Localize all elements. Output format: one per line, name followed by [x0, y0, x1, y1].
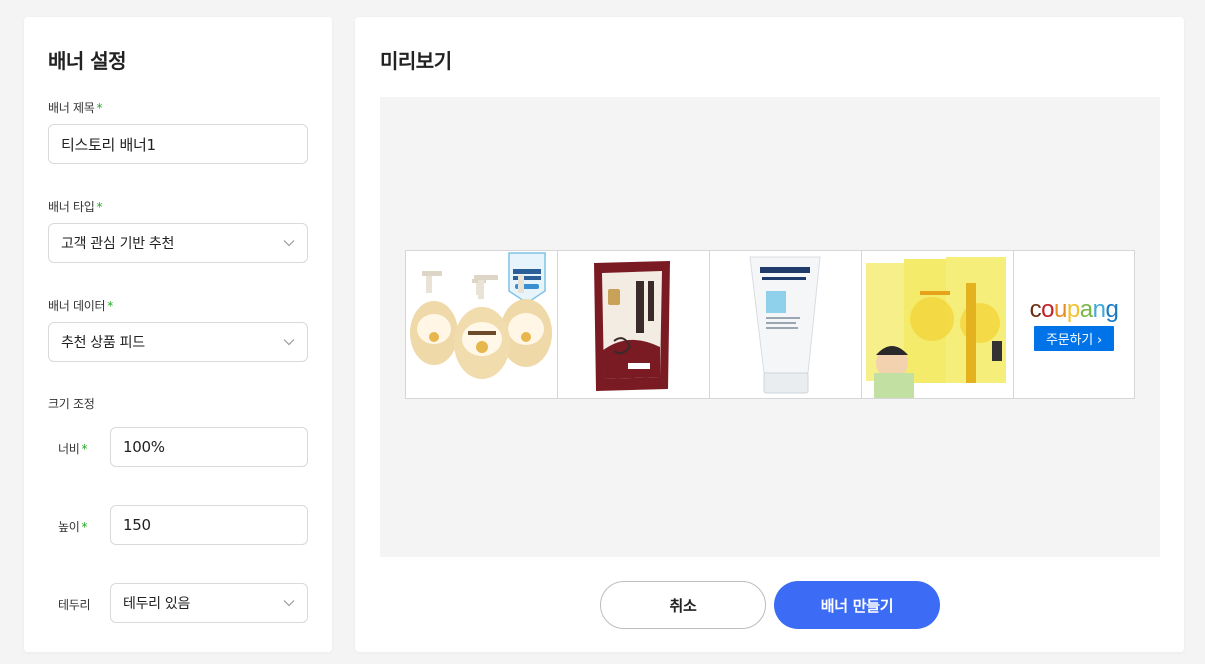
width-input[interactable]: 100% — [110, 427, 308, 467]
logo-letter: p — [1066, 296, 1080, 323]
chevron-down-icon — [283, 339, 295, 346]
product-item[interactable] — [406, 251, 558, 398]
coupang-logo: coupang — [1030, 298, 1119, 322]
banner-title-input[interactable]: 티스토리 배너1 — [48, 124, 308, 164]
border-select[interactable]: 테두리 있음 — [110, 583, 308, 623]
width-label: 너비 * — [58, 442, 88, 456]
required-mark: * — [107, 299, 113, 313]
banner-type-label: 배너 타입 * — [48, 200, 103, 214]
size-adjust-label: 크기 조정 — [48, 397, 95, 411]
preview-panel: 미리보기 coupang 주문하기 › 취소 배너 만들기 — [355, 17, 1184, 652]
required-mark: * — [96, 101, 103, 115]
hand-soap-product-image — [410, 252, 552, 379]
product-item[interactable] — [710, 251, 862, 398]
logo-letter: a — [1079, 296, 1093, 323]
rice-bag-product-image — [594, 261, 670, 391]
banner-data-label: 배너 데이터 * — [48, 299, 113, 313]
banner-title-label: 배너 제목 * — [48, 101, 103, 115]
height-label: 높이 * — [58, 520, 88, 534]
required-mark: * — [81, 442, 88, 456]
logo-letter: g — [1105, 296, 1119, 323]
logo-letter: n — [1092, 296, 1106, 323]
required-mark: * — [96, 200, 103, 214]
chevron-down-icon — [283, 600, 295, 607]
banner-type-select[interactable]: 고객 관심 기반 추천 — [48, 223, 308, 263]
order-button[interactable]: 주문하기 › — [1034, 326, 1114, 351]
face-cream-tube-product-image — [749, 256, 821, 394]
logo-letter: c — [1029, 296, 1042, 323]
banner-settings-panel: 배너 설정 배너 제목 * 티스토리 배너1 배너 타입 * 고객 관심 기반 추천… — [24, 17, 332, 652]
preview-title: 미리보기 — [380, 49, 452, 73]
supplement-box-product-image — [866, 257, 1006, 398]
banner-data-select[interactable]: 추천 상품 피드 — [48, 322, 308, 362]
preview-canvas: coupang 주문하기 › — [380, 97, 1160, 557]
brand-cell[interactable]: coupang 주문하기 › — [1014, 251, 1134, 398]
product-item[interactable] — [558, 251, 710, 398]
banner-preview[interactable]: coupang 주문하기 › — [405, 250, 1135, 399]
height-input[interactable]: 150 — [110, 505, 308, 545]
required-mark: * — [81, 520, 88, 534]
logo-letter: o — [1041, 296, 1055, 323]
chevron-down-icon — [283, 240, 295, 247]
border-label: 테두리 — [58, 598, 91, 612]
settings-title: 배너 설정 — [48, 49, 127, 73]
create-banner-button[interactable]: 배너 만들기 — [774, 581, 940, 629]
product-item[interactable] — [862, 251, 1014, 398]
logo-letter: u — [1054, 296, 1067, 323]
cancel-button[interactable]: 취소 — [600, 581, 766, 629]
